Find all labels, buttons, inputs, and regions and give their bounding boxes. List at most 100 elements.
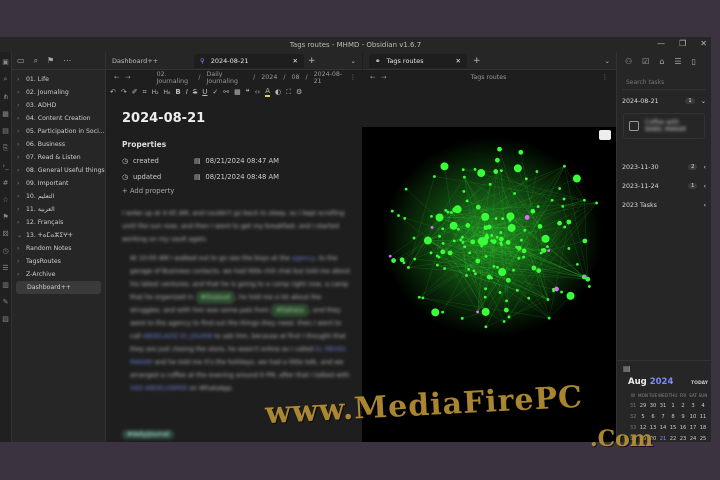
tab-list-icon[interactable]: ⌄ <box>605 57 610 65</box>
dice-icon[interactable]: ⚄ <box>2 230 8 238</box>
format-icon[interactable]: ⌗ <box>143 88 147 97</box>
tree-item[interactable]: ⌄ 13. ⵜⴰⵎⴰⵣⵉⵖⵜ <box>12 229 105 242</box>
tab-daily-note[interactable]: ⚲ 2024-08-21 ✕ <box>194 53 304 68</box>
calendar-day[interactable]: 25 <box>698 435 708 442</box>
calendar-day[interactable]: 3 <box>688 402 698 411</box>
tree-item[interactable]: › 09. Important <box>12 177 105 190</box>
tree-item[interactable]: › 01. Life <box>12 73 105 86</box>
calendar-day[interactable]: 7 <box>658 413 668 422</box>
tab-list-icon[interactable]: ⌄ <box>351 57 356 65</box>
tree-item[interactable]: › 05. Participation in Soci... <box>12 125 105 138</box>
note-title[interactable]: 2024-08-21 <box>122 111 362 126</box>
calendar-day[interactable]: 9 <box>678 413 688 422</box>
search-icon[interactable]: ⌕ <box>4 75 8 84</box>
breadcrumb-4[interactable]: 08 <box>291 74 299 81</box>
files-icon[interactable]: ▭ <box>17 56 25 65</box>
brush-icon[interactable]: ✐ <box>132 88 138 96</box>
italic-icon[interactable]: I <box>186 88 188 96</box>
new-tab-icon[interactable]: + <box>308 56 316 66</box>
tree-item[interactable]: › 12. Français <box>12 216 105 229</box>
task-group-4[interactable]: 2023 Tasks ‹ <box>617 197 711 213</box>
tasks-search-input[interactable]: Search tasks <box>622 76 706 90</box>
maximize-icon[interactable]: ❐ <box>679 39 686 48</box>
link-icon[interactable]: ⚯ <box>223 88 229 96</box>
minimize-icon[interactable]: — <box>657 39 665 48</box>
graph-settings-icon[interactable] <box>599 130 611 140</box>
tab-tags-routes[interactable]: ⚭ Tags routes ✕ <box>369 53 467 68</box>
redo-icon[interactable]: ↷ <box>121 88 127 96</box>
command-icon[interactable]: ›_ <box>2 162 8 170</box>
graph-icon[interactable]: ⋔ <box>3 93 9 101</box>
calendar-day[interactable]: 16 <box>678 424 688 433</box>
calendar-icon[interactable]: ▤ <box>2 127 9 135</box>
task-item[interactable]: Coffee with NABIL MAKAR <box>623 113 705 139</box>
new-tab-icon[interactable]: + <box>473 56 481 66</box>
table-icon[interactable]: ▦ <box>234 88 241 96</box>
forward-icon[interactable]: → <box>125 74 130 81</box>
tasks-icon[interactable]: ☑ <box>642 57 649 66</box>
back-icon[interactable]: ← <box>114 74 119 81</box>
calendar-day[interactable]: 2 <box>678 402 688 411</box>
explorer-search-icon[interactable]: ⌕ <box>34 56 38 66</box>
tree-item[interactable]: › 10. التعليم <box>12 190 105 203</box>
undo-icon[interactable]: ↶ <box>110 88 116 96</box>
calendar-day[interactable]: 30 <box>648 402 658 411</box>
list-icon[interactable]: ☰ <box>2 264 8 272</box>
people-icon[interactable]: ⚇ <box>625 57 632 66</box>
tab-close-icon[interactable]: ✕ <box>456 57 461 65</box>
tree-item[interactable]: › 02. Journaling <box>12 86 105 99</box>
tree-item[interactable]: Dashboard++ <box>16 281 101 294</box>
task-group-3[interactable]: 2023-11-24 1 ‹ <box>617 178 711 194</box>
calendar-day[interactable]: 8 <box>668 413 678 422</box>
tree-item[interactable]: › TagsRoutes <box>12 255 105 268</box>
clock-icon[interactable]: ◷ <box>2 247 8 255</box>
add-property-button[interactable]: + Add property <box>122 187 362 195</box>
calendar-day[interactable]: 4 <box>698 402 708 411</box>
tree-item[interactable]: › 03. ADHD <box>12 99 105 112</box>
quote-icon[interactable]: ❝ <box>246 88 250 96</box>
back-icon[interactable]: ← <box>370 74 375 81</box>
pencil-icon[interactable]: ✎ <box>3 298 9 306</box>
tree-item[interactable]: › Z-Archive <box>12 268 105 281</box>
calendar-day[interactable]: 5 <box>638 413 648 422</box>
calendar-day[interactable]: 17 <box>688 424 698 433</box>
forward-icon[interactable]: → <box>381 74 386 81</box>
calendar-day[interactable]: 14 <box>658 424 668 433</box>
tag-icon[interactable]: ⌂ <box>659 57 664 66</box>
strikethrough-icon[interactable]: S <box>193 88 197 96</box>
bookmarks-icon[interactable]: ⚑ <box>47 56 54 65</box>
heading-icon[interactable]: H₂ <box>152 89 159 96</box>
task-group-2[interactable]: 2023-11-30 2 ‹ <box>617 159 711 175</box>
close-icon[interactable]: ✕ <box>700 39 707 48</box>
template-icon[interactable]: ⎘ <box>3 144 9 153</box>
task-checkbox[interactable] <box>629 121 639 131</box>
today-button[interactable]: TODAY <box>691 381 708 386</box>
folder-icon[interactable]: ▣ <box>2 58 9 66</box>
calendar-day[interactable]: 31 <box>658 402 668 411</box>
pin-icon[interactable]: ⚲ <box>200 57 205 65</box>
calendar-day[interactable]: 11 <box>698 413 708 422</box>
bookmark-icon[interactable]: ⚑ <box>2 213 8 221</box>
task-group-1[interactable]: 2024-08-21 1 ⌄ <box>617 93 711 109</box>
outline-icon[interactable]: ☰ <box>674 57 681 66</box>
star-icon[interactable]: ☆ <box>2 196 8 204</box>
underline-icon[interactable]: U <box>202 88 207 96</box>
chart-icon[interactable]: ▥ <box>2 281 9 289</box>
tree-item[interactable]: › 08. General Useful things <box>12 164 105 177</box>
calendar-day[interactable]: 18 <box>698 424 708 433</box>
calendar-day[interactable]: 1 <box>668 402 678 411</box>
calendar-day[interactable]: 29 <box>638 402 648 411</box>
highlight-icon[interactable]: ✓ <box>212 88 218 96</box>
settings-icon[interactable]: ⚙ <box>296 88 302 96</box>
calendar-day[interactable]: 6 <box>648 413 658 422</box>
calendar-day[interactable]: 15 <box>668 424 678 433</box>
bold-icon[interactable]: B <box>175 88 180 96</box>
calendar-day[interactable]: 21 <box>658 435 668 442</box>
code-icon[interactable]: ‹› <box>255 88 261 96</box>
breadcrumb-1[interactable]: 02. Journaling <box>157 71 193 85</box>
canvas-icon[interactable]: ▦ <box>2 110 9 118</box>
breadcrumb-3[interactable]: 2024 <box>261 74 277 81</box>
bg-color-icon[interactable]: ◐ <box>275 88 281 96</box>
sidebar-toggle-icon[interactable]: ▯ <box>692 57 696 66</box>
fullscreen-icon[interactable]: ⛶ <box>286 88 291 97</box>
